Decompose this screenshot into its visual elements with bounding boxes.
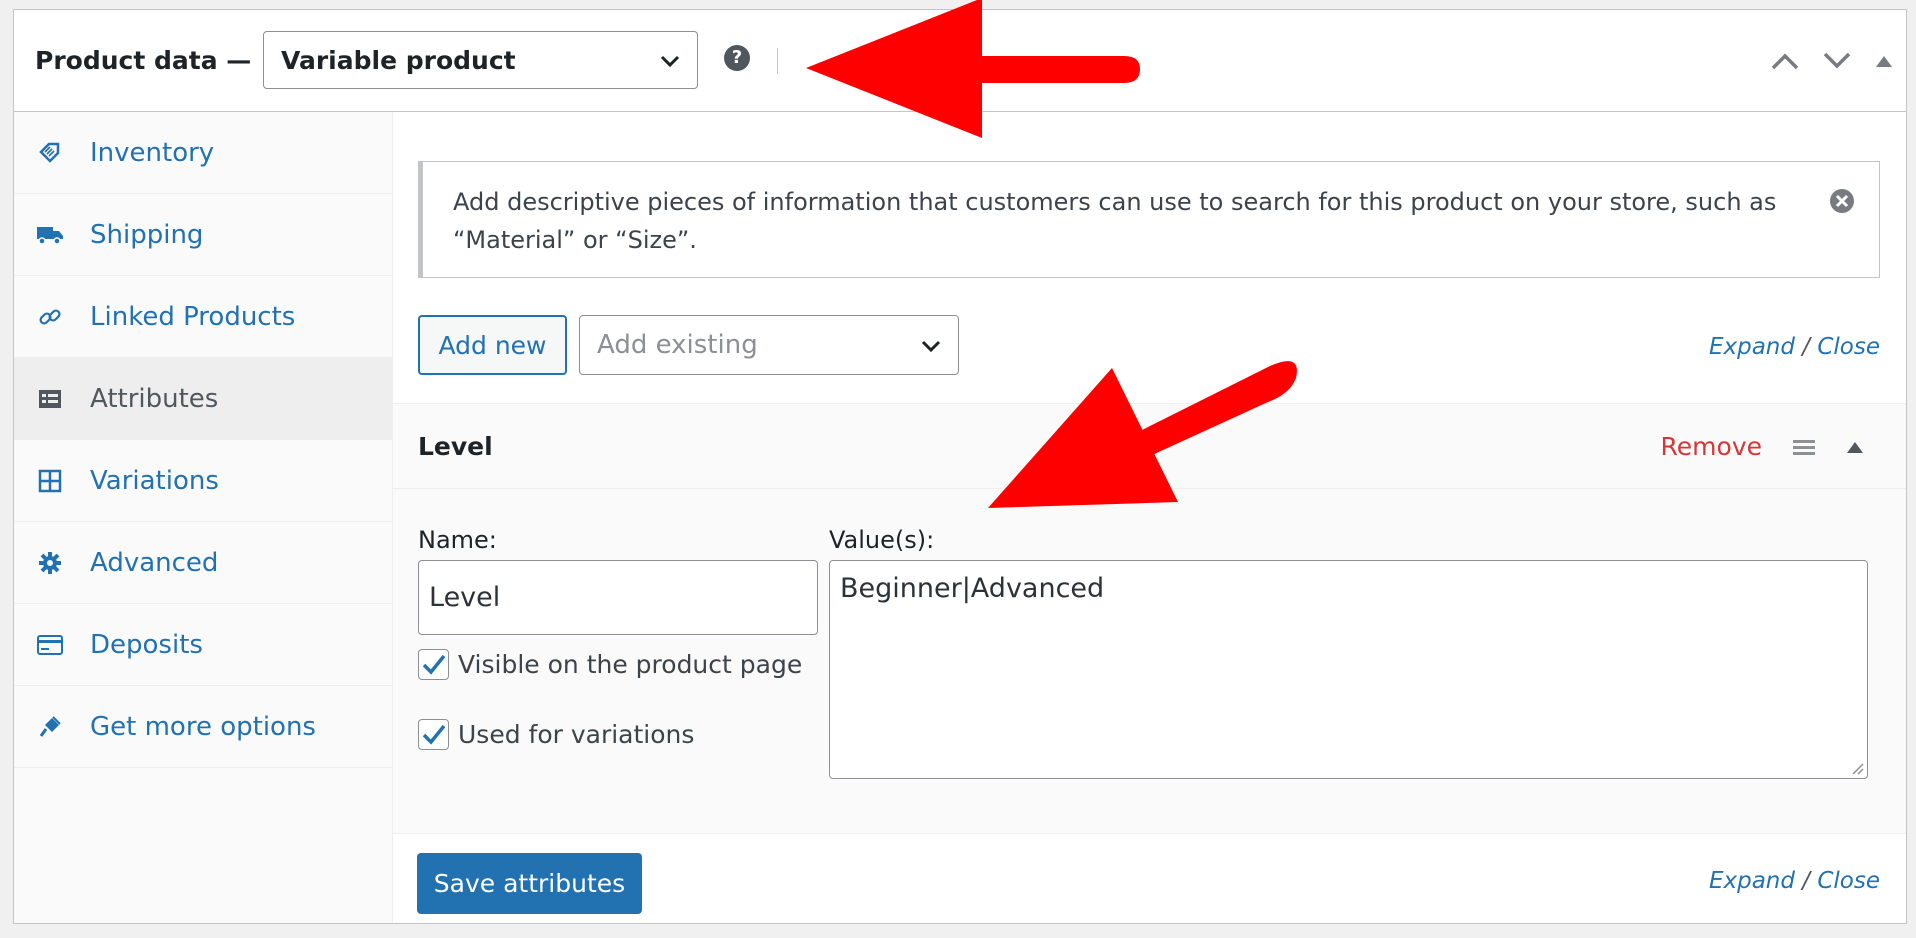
red-arrow-annotation: [806, 0, 1297, 508]
